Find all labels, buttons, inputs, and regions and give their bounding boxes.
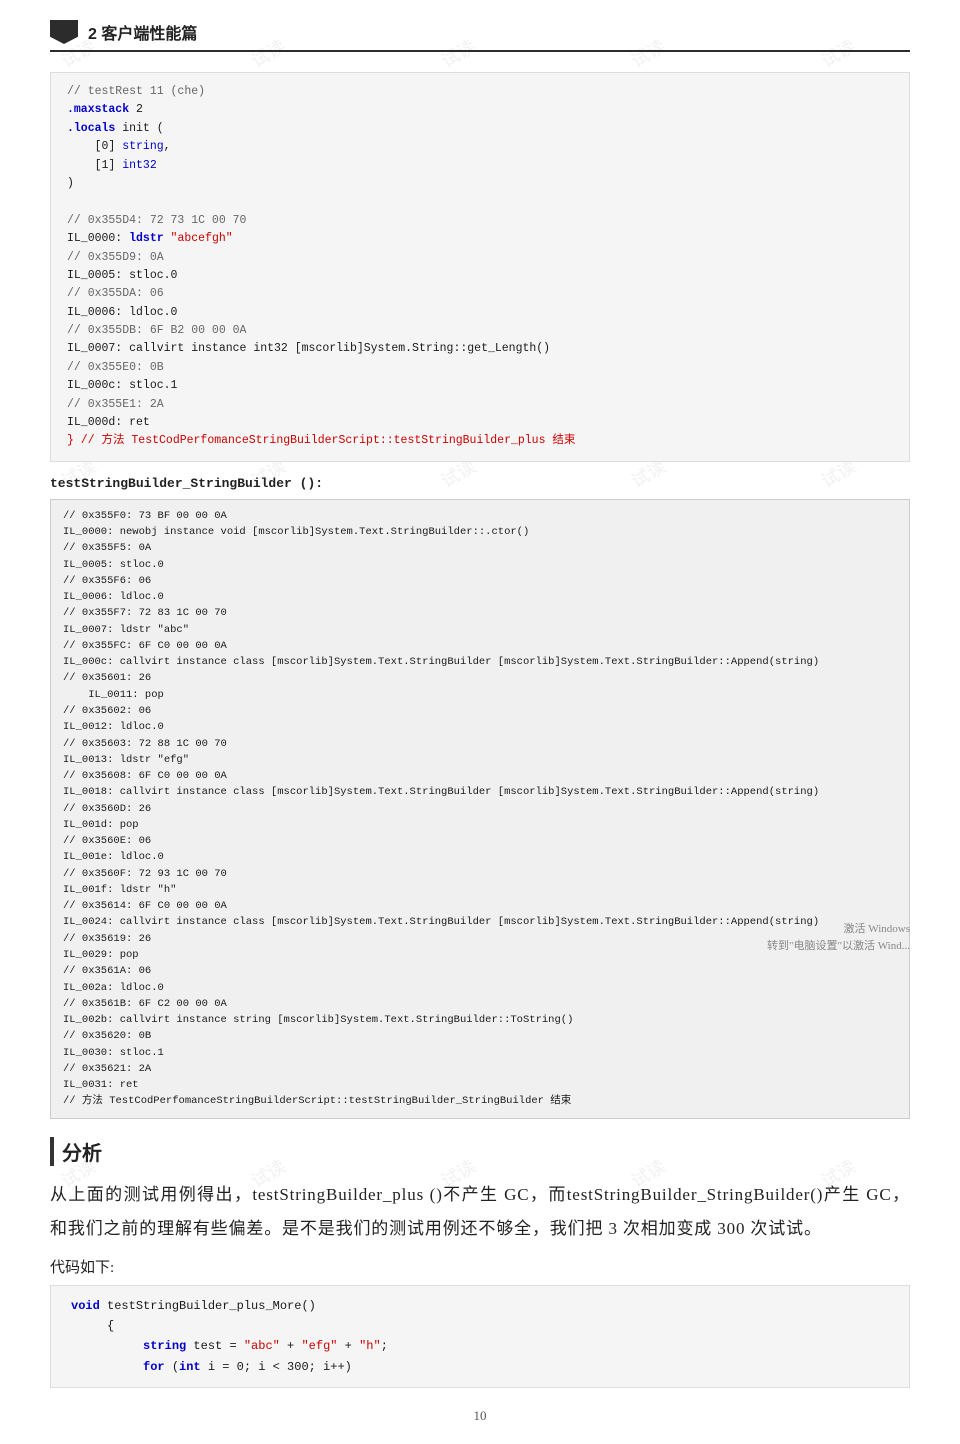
method2-title: testStringBuilder_StringBuilder (): — [50, 476, 910, 491]
chapter-title: 2 客户端性能篇 — [88, 20, 197, 44]
chapter-header: 2 客户端性能篇 — [50, 20, 910, 52]
chapter-icon — [50, 20, 78, 44]
activation-line2: 转到"电脑设置"以激活 Wind... — [767, 938, 910, 955]
analysis-heading: 分析 — [50, 1137, 910, 1166]
analysis-body1: 从上面的测试用例得出，testStringBuilder_plus ()不产生 … — [50, 1178, 910, 1246]
code-block-top: // testRest 11 (che) .maxstack 2 .locals… — [50, 72, 910, 462]
page-number: 10 — [50, 1408, 910, 1424]
activation-notice: 激活 Windows 转到"电脑设置"以激活 Wind... — [767, 921, 910, 954]
void-code-block: void testStringBuilder_plus_More() { str… — [50, 1285, 910, 1389]
code-label: 代码如下: — [50, 1256, 910, 1277]
il-code-block-method2: // 0x355F0: 73 BF 00 00 0A IL_0000: newo… — [50, 499, 910, 1119]
activation-line1: 激活 Windows — [767, 921, 910, 938]
